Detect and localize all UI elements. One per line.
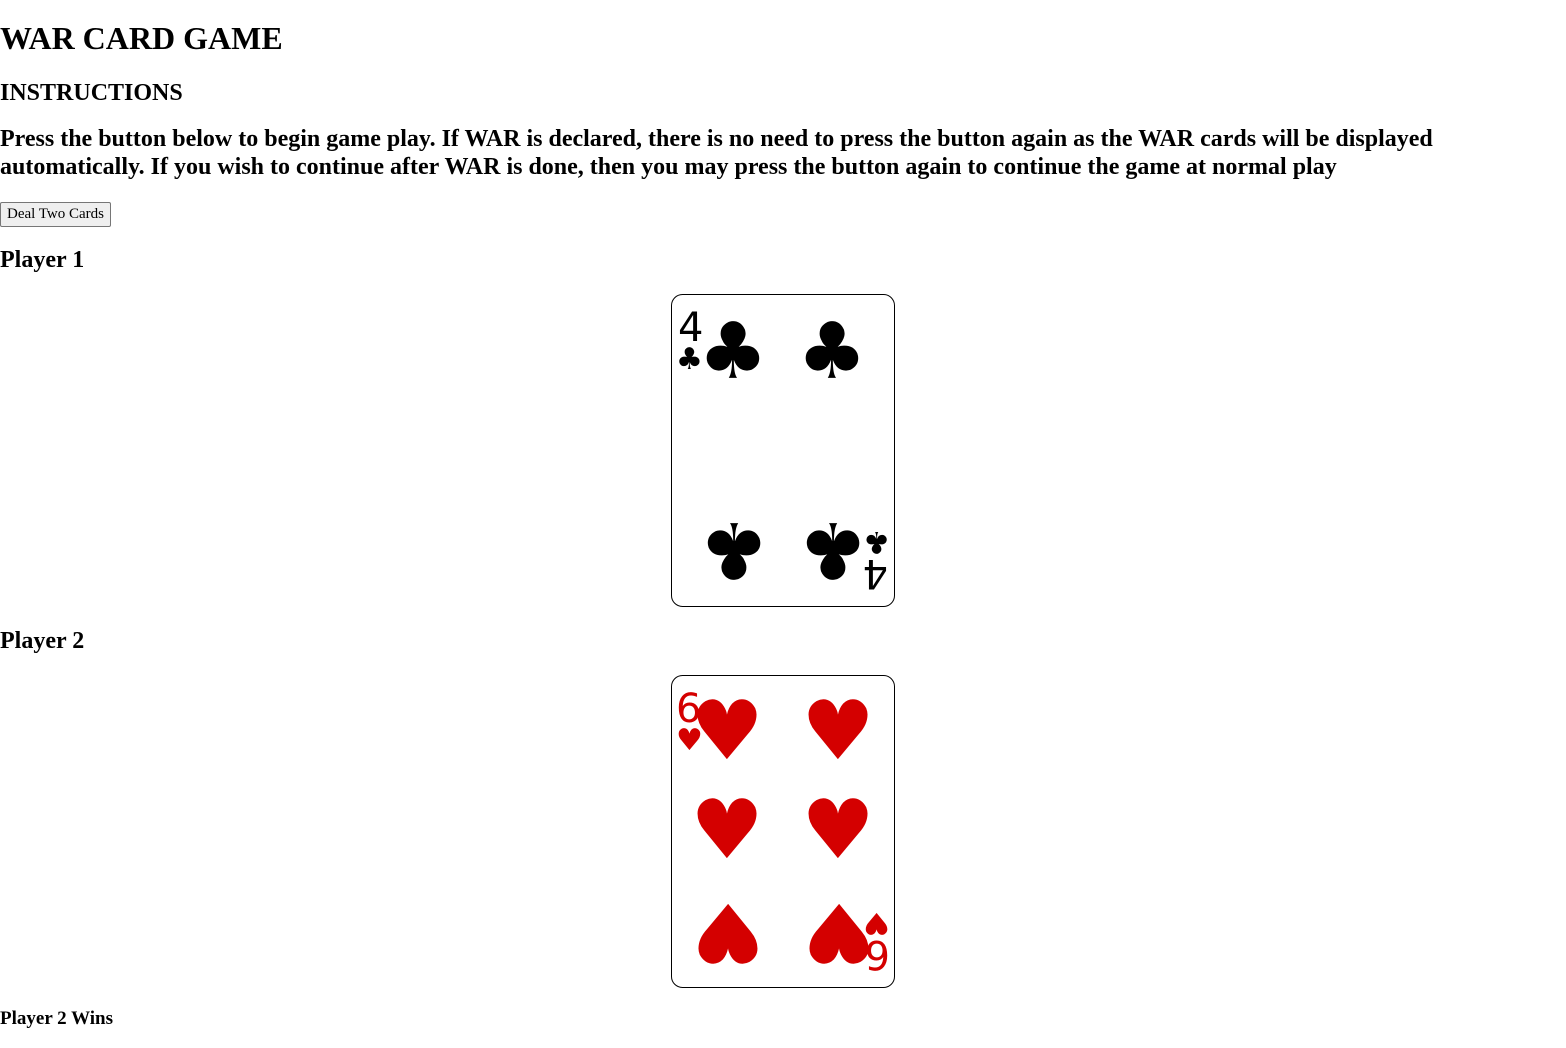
heart-pip-icon: ♥ (691, 884, 765, 979)
club-pip-icon: ♣ (698, 307, 768, 397)
club-pip-icon: ♣ (797, 307, 867, 397)
instructions-text: Press the button below to begin game pla… (0, 126, 1433, 180)
page-title: WAR CARD GAME (0, 20, 283, 56)
war-game-page: WAR CARD GAME INSTRUCTIONS Press the but… (0, 0, 1566, 1048)
player-2-label: Player 2 (0, 628, 85, 654)
card-suit-bottom-icon: ♣ (863, 524, 890, 559)
heart-pip-icon: ♥ (690, 783, 764, 878)
game-result-text: Player 2 Wins (0, 1008, 113, 1029)
club-pip-icon: ♣ (798, 504, 868, 594)
instructions-heading: INSTRUCTIONS (0, 80, 183, 106)
heart-pip-icon: ♥ (690, 684, 764, 779)
deal-two-cards-button[interactable]: Deal Two Cards (0, 202, 111, 227)
player-1-card: 4 ♣ ♣ ♣ ♣ ♣ 4 ♣ (671, 294, 895, 607)
player-2-card: 6 ♥ ♥ ♥ ♥ ♥ ♥ ♥ 6 ♥ (671, 675, 895, 988)
card-suit-bottom-icon: ♥ (863, 905, 890, 940)
heart-pip-icon: ♥ (801, 783, 875, 878)
heart-pip-icon: ♥ (801, 684, 875, 779)
player-1-label: Player 1 (0, 247, 85, 273)
club-pip-icon: ♣ (699, 504, 769, 594)
